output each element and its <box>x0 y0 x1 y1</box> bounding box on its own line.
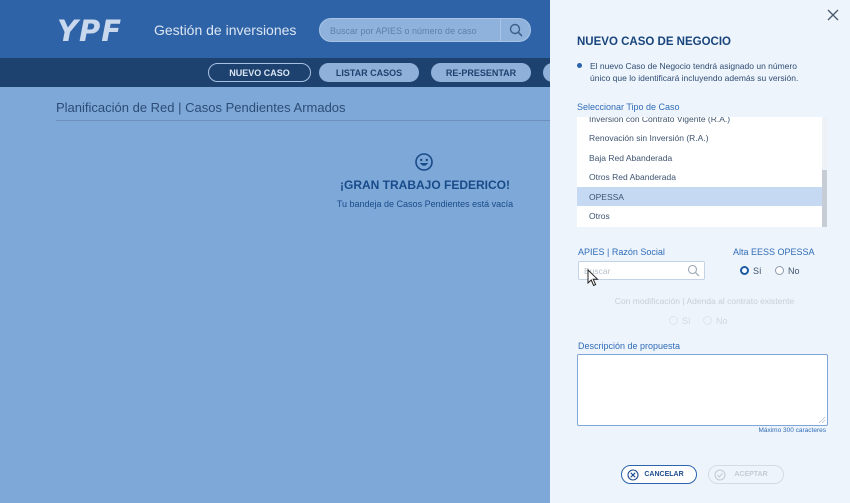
mod-no-label: No <box>716 316 728 326</box>
nav-nuevo-caso[interactable]: NUEVO CASO <box>208 63 311 82</box>
accept-button[interactable]: ACEPTAR <box>708 465 784 484</box>
case-type-option[interactable]: Renovación sin Inversión (R.A.) <box>577 128 822 147</box>
cancel-label: CANCELAR <box>644 471 684 478</box>
nav-re-presentar[interactable]: RE-PRESENTAR <box>431 63 531 82</box>
max-chars-hint: Máximo 300 caracteres <box>758 427 826 434</box>
alta-no-label: No <box>788 266 800 276</box>
apies-search-input[interactable] <box>584 265 684 277</box>
case-type-option[interactable]: Inversión con Contrato Vigente (R.A.) <box>577 117 822 128</box>
cancel-button[interactable]: CANCELAR <box>621 465 697 484</box>
mod-yes-radio[interactable] <box>669 316 678 325</box>
app-title: Gestión de inversiones <box>154 22 297 38</box>
close-icon[interactable] <box>826 8 840 22</box>
breadcrumb: Planificación de Red | Casos Pendientes … <box>56 100 346 115</box>
mod-no-radio[interactable] <box>703 316 712 325</box>
nav-listar-casos[interactable]: LISTAR CASOS <box>319 63 419 82</box>
alta-yes-label: Sí <box>753 266 762 276</box>
panel-title: NUEVO CASO DE NEGOCIO <box>577 36 731 48</box>
accept-label: ACEPTAR <box>734 471 768 478</box>
global-search-button[interactable] <box>500 18 530 42</box>
breadcrumb-divider <box>56 120 550 121</box>
case-type-option[interactable]: Otros Red Abanderada <box>577 167 822 186</box>
case-type-option[interactable]: Otros <box>577 206 822 225</box>
case-type-option[interactable]: Baja Red Abanderada <box>577 148 822 167</box>
alta-no-radio[interactable] <box>775 266 784 275</box>
case-type-label: Seleccionar Tipo de Caso <box>577 102 680 112</box>
description-textarea[interactable] <box>578 355 827 425</box>
smiley-icon <box>415 153 433 171</box>
empty-state-title: ¡GRAN TRABAJO FEDERICO! <box>340 178 510 192</box>
alta-opessa-label: Alta EESS OPESSA <box>733 247 815 257</box>
listbox-scroll-thumb[interactable] <box>822 170 827 227</box>
empty-state-subtitle: Tu bandeja de Casos Pendientes está vací… <box>336 199 514 209</box>
info-text: El nuevo Caso de Negocio tendrá asignado… <box>590 61 799 83</box>
modification-label: Con modificación | Adenda al contrato ex… <box>614 296 795 306</box>
mouse-cursor-icon <box>587 269 599 287</box>
description-label: Descripción de propuesta <box>578 341 681 351</box>
info-bullet <box>577 63 582 68</box>
mod-yes-label: Sí <box>682 316 691 326</box>
case-type-option-selected[interactable]: OPESSA <box>577 187 822 206</box>
global-search-input[interactable] <box>330 23 500 38</box>
search-icon <box>509 23 523 37</box>
ypf-logo: YPF <box>57 14 123 48</box>
alta-yes-radio[interactable] <box>740 266 749 275</box>
apies-label: APIES | Razón Social <box>578 247 665 257</box>
global-search <box>319 18 531 42</box>
resize-grip-icon[interactable] <box>818 416 826 424</box>
search-icon[interactable] <box>687 264 700 277</box>
description-box <box>577 354 828 426</box>
case-type-listbox[interactable]: Inversión con Contrato Vigente (R.A.) Re… <box>577 117 827 227</box>
